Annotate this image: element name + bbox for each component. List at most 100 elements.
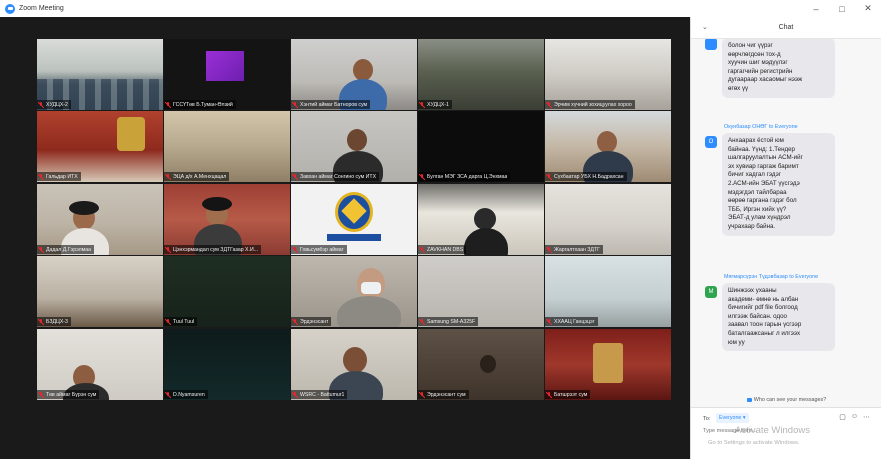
people-icon [746,397,752,402]
participant-name-tag: D.Nyamsuren [164,390,208,399]
participant-name-tag: Булган МЭГ ЗСА дарга Ц.Энхмаа [418,172,511,181]
participant-video-tile[interactable]: Хэнтий аймаг Батноров сум [291,39,417,110]
to-label: To: [703,416,711,422]
participant-video-tile[interactable]: ХУДЦХ-2 [37,39,163,110]
message-line: өөрчлөгдсөн тох-д [728,50,781,58]
maximize-button[interactable]: □ [829,0,855,17]
participant-name-tag: ЭЦА д/х А.Менхцацал [164,172,230,181]
chat-title: Chat [778,24,794,31]
participant-video-tile[interactable]: Эрдэнэсант сум [418,329,544,400]
participant-video-tile[interactable]: Сүхбаатар УБХ Н.Бадрахсан [545,111,671,182]
participant-name: Жаргалтхаан ЗДТГ [554,246,600,253]
who-can-see-link[interactable]: Who can see your messages? [691,397,881,403]
muted-mic-icon [292,318,298,325]
recipient-select[interactable]: Everyone ▾ [716,413,749,423]
participant-name-tag: Эрчим хүчний зохицуулах хороо [545,100,635,109]
participant-video-tile[interactable]: Дадал Д.Гэрэлмаа [37,184,163,255]
message-line: учрахаар байна. [728,222,776,230]
participant-video-tile[interactable]: Жаргалтхаан ЗДТГ [545,184,671,255]
title-bar: Zoom Meeting – □ ✕ [0,0,881,17]
participant-video-tile[interactable]: Төв аймаг Бүрэн сум [37,329,163,400]
muted-mic-icon [165,391,171,398]
participant-name: Samsung SM-A325F [427,318,476,325]
participant-video-tile[interactable]: D.Nyamsuren [164,329,290,400]
participant-name-tag: Дадал Д.Гэрэлмаа [37,245,94,254]
participant-name-tag: БЗДЦХ-3 [37,317,71,326]
participant-name-tag: ХУДЦХ-2 [37,100,71,109]
participant-name: Дадал Д.Гэрэлмаа [46,246,91,253]
participant-video-tile[interactable]: Гальдар ИТХ [37,111,163,182]
participant-video-tile[interactable]: WSRC - Battumur1 [291,329,417,400]
participant-name: Tuul Tuul [173,318,195,325]
message-line: өөрөө гаргана гэдэг бол [728,197,797,205]
message-line: академи- өмнө нь албан [728,295,799,303]
participant-name: ХУДЦХ-1 [427,101,449,108]
participant-video-tile[interactable]: ЭЦА д/х А.Менхцацал [164,111,290,182]
more-icon[interactable]: ⋯ [863,413,870,421]
participant-video-tile[interactable]: Говьсүмбэр аймаг [291,184,417,255]
participant-name-tag: Цэнхэрмандал сум ЗДТГазар Х.И... [164,245,262,254]
participant-name-tag: ГССҮТөв Б.Туман-Өлзий [164,100,236,109]
message-line: мэдэгдэл тайлбараа [728,188,787,196]
participant-video-tile[interactable]: ГССҮТөв Б.Туман-Өлзий [164,39,290,110]
file-icon[interactable]: ▢ [839,413,846,421]
participant-name: Төв аймаг Бүрэн сум [46,391,97,398]
participant-name-tag: Жаргалтхаан ЗДТГ [545,245,603,254]
participant-name: ХХААЦ Ганцэцэг [554,318,595,325]
participant-name-tag: ZAVKHAN DBS [418,245,467,254]
participant-name: Завхан аймаг Сонгино сум ИТХ [300,173,377,180]
participant-name: ЭЦА д/х А.Менхцацал [173,173,227,180]
muted-mic-icon [419,173,425,180]
message-line: өгөх үү [728,84,749,92]
participant-video-tile[interactable]: ХХААЦ Ганцэцэг [545,256,671,327]
chevron-down-icon[interactable]: ⌄ [702,23,708,31]
message-bubble: болон чиг үүрэг өөрчлөгдсөн тох-д хуучин… [722,39,835,98]
participant-video-tile[interactable]: БЗДЦХ-3 [37,256,163,327]
message-bubble: Шинжээх ухааны академи- өмнө нь албан би… [722,283,835,352]
muted-mic-icon [419,318,425,325]
participant-video-tile[interactable]: Завхан аймаг Сонгино сум ИТХ [291,111,417,182]
participant-name: Гальдар ИТХ [46,173,78,180]
participant-name: Батшрээт сум [554,391,588,398]
message-line: юм уу [728,338,745,346]
participant-video-tile[interactable]: Эрдэнэсант [291,256,417,327]
participant-video-tile[interactable]: ZAVKHAN DBS [418,184,544,255]
participant-name: Эрдэнэсант сум [427,391,466,398]
participant-name: Цэнхэрмандал сум ЗДТГазар Х.И... [173,246,259,253]
participant-video-tile[interactable]: Батшрээт сум [545,329,671,400]
chat-panel: ⌄ Chat болон чиг үүрэг өөрчлөгдсөн тох-д… [690,17,881,459]
participant-name-tag: Завхан аймаг Сонгино сум ИТХ [291,172,380,181]
close-button[interactable]: ✕ [855,0,881,17]
participant-video-tile[interactable]: Tuul Tuul [164,256,290,327]
participant-video-tile[interactable]: Эрчим хүчний зохицуулах хороо [545,39,671,110]
muted-mic-icon [292,173,298,180]
muted-mic-icon [419,391,425,398]
participant-name-tag: Батшрээт сум [545,390,591,399]
muted-mic-icon [165,173,171,180]
muted-mic-icon [292,101,298,108]
emoji-icon[interactable]: ☺ [851,413,858,421]
participant-name-tag: Гальдар ИТХ [37,172,81,181]
participant-video-tile[interactable]: Samsung SM-A325F [418,256,544,327]
participant-name-tag: Хэнтий аймаг Батноров сум [291,100,371,109]
message-sender: Мягмарсүрэн Түдэвбазар to Everyone [724,274,819,280]
participant-name: D.Nyamsuren [173,391,205,398]
participant-video-tile[interactable]: Булган МЭГ ЗСА дарга Ц.Энхмаа [418,111,544,182]
message-line: илгээж байсан. одоо [728,312,787,320]
message-line: дугаараар хасаомыг нээж [728,76,803,84]
message-line: байнаа. Үүнд: 1.Тендер [728,145,795,153]
participant-name: Хэнтий аймаг Батноров сум [300,101,368,108]
sender-avatar: M [705,286,717,298]
message-line: эх хувиар гаргаж баримт [728,162,799,170]
minimize-button[interactable]: – [803,0,829,17]
participant-name: Булган МЭГ ЗСА дарга Ц.Энхмаа [427,173,508,180]
participant-video-tile[interactable]: Цэнхэрмандал сум ЗДТГазар Х.И... [164,184,290,255]
message-line: болон чиг үүрэг [728,42,773,49]
participant-video-tile[interactable]: ХУДЦХ-1 [418,39,544,110]
participant-name-tag: Сүхбаатар УБХ Н.Бадрахсан [545,172,627,181]
participant-name-tag: Samsung SM-A325F [418,317,479,326]
activation-watermark-title: Activate Windows [735,425,810,436]
muted-mic-icon [38,173,44,180]
muted-mic-icon [165,101,171,108]
chat-messages[interactable]: болон чиг үүрэг өөрчлөгдсөн тох-д хуучин… [691,39,881,380]
